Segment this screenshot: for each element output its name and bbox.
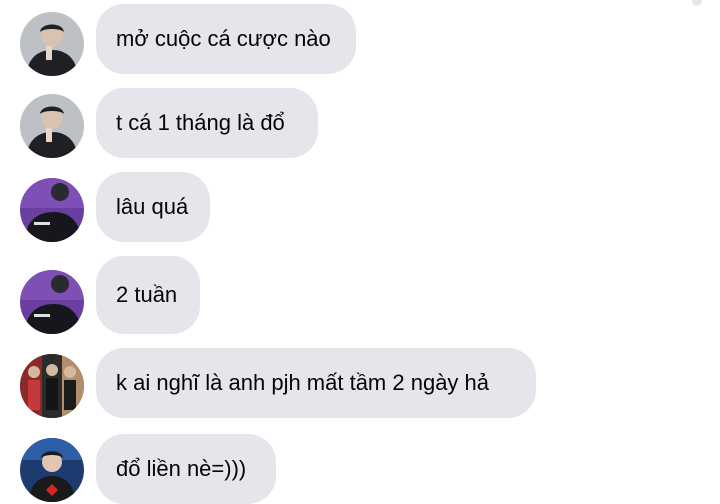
message-text: k ai nghĩ là anh pjh mất tầm 2 ngày hả: [116, 370, 490, 395]
user-avatar[interactable]: [20, 438, 84, 502]
message-row: t cá 1 tháng là đổ: [0, 88, 720, 160]
message-text: đổ liền nè=))): [116, 456, 247, 481]
message-row: đổ liền nè=))): [0, 434, 720, 504]
avatar-dark-jacket-icon: [20, 12, 84, 76]
message-text: lâu quá: [116, 194, 189, 219]
message-text: 2 tuần: [116, 282, 178, 307]
user-avatar[interactable]: [20, 94, 84, 158]
message-bubble[interactable]: mở cuộc cá cược nào: [96, 4, 356, 74]
message-text: mở cuộc cá cược nào: [116, 26, 331, 51]
scroll-indicator: [692, 0, 702, 6]
chat-thread: mở cuộc cá cược nào t cá 1 tháng là đổ l…: [0, 0, 720, 504]
user-avatar[interactable]: [20, 178, 84, 242]
message-bubble[interactable]: t cá 1 tháng là đổ: [96, 88, 318, 158]
avatar-team-group-icon: [20, 354, 84, 418]
message-row: 2 tuần: [0, 256, 720, 334]
message-row: mở cuộc cá cược nào: [0, 4, 720, 76]
user-avatar[interactable]: [20, 270, 84, 334]
message-bubble[interactable]: k ai nghĩ là anh pjh mất tầm 2 ngày hả: [96, 348, 536, 418]
message-row: k ai nghĩ là anh pjh mất tầm 2 ngày hả: [0, 348, 720, 418]
avatar-dark-jacket-icon: [20, 94, 84, 158]
message-bubble[interactable]: đổ liền nè=))): [96, 434, 276, 504]
message-text: t cá 1 tháng là đổ: [116, 110, 285, 135]
message-bubble[interactable]: lâu quá: [96, 172, 210, 242]
user-avatar[interactable]: [20, 354, 84, 418]
avatar-purple-jacket-icon: [20, 178, 84, 242]
message-bubble[interactable]: 2 tuần: [96, 256, 200, 334]
avatar-blue-stage-icon: [20, 438, 84, 502]
avatar-purple-jacket-icon: [20, 270, 84, 334]
message-row: lâu quá: [0, 172, 720, 244]
user-avatar[interactable]: [20, 12, 84, 76]
